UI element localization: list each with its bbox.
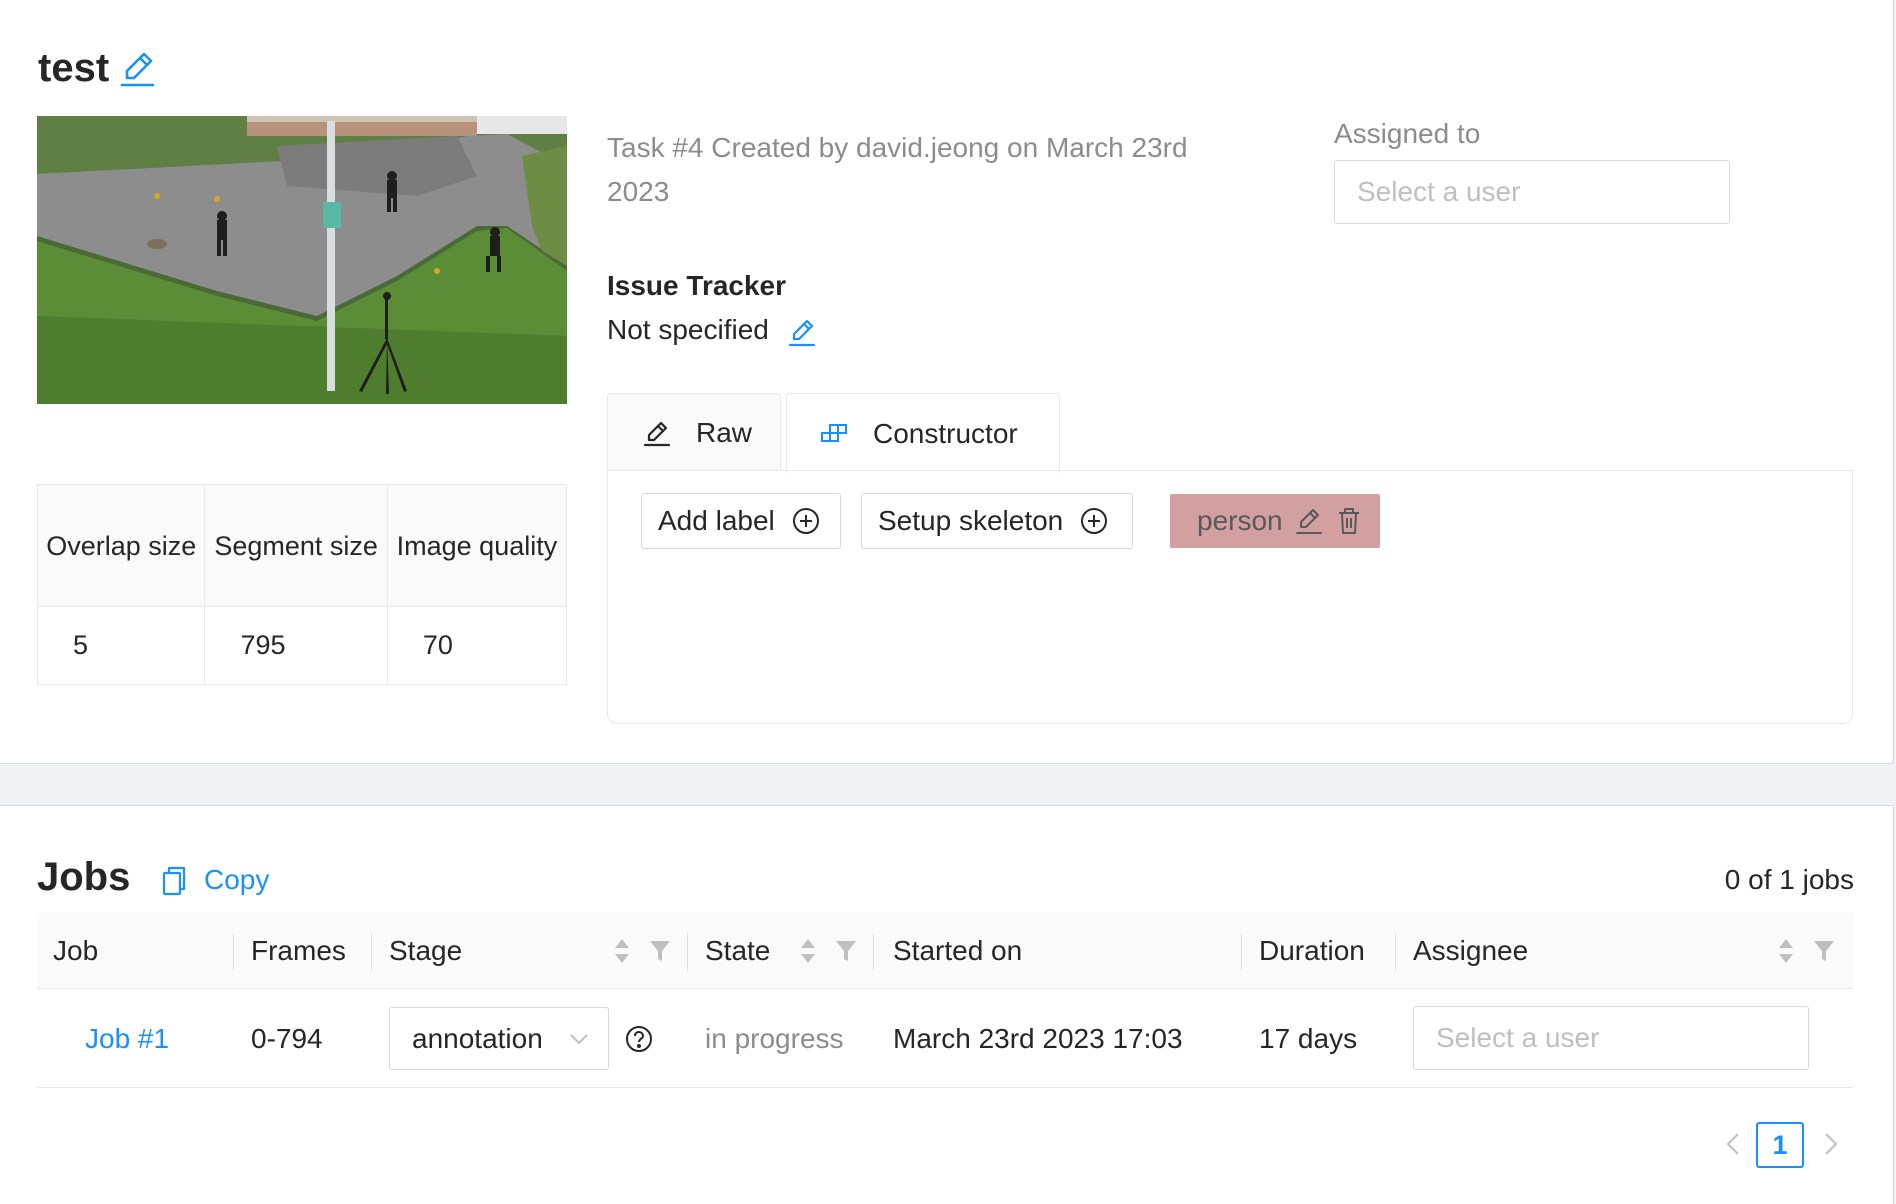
build-icon [821,423,847,442]
column-divider [687,933,688,971]
add-label-button[interactable]: Add label [641,493,841,549]
assigned-to-label: Assigned to [1334,118,1481,149]
task-params-table: Overlap size Segment size Image quality … [36,484,568,685]
job-assignee-input[interactable] [1413,1006,1809,1070]
image-quality-value: 70 [386,606,568,685]
delete-label-icon[interactable] [1335,506,1363,536]
col-stage[interactable]: Stage [389,913,462,989]
copy-icon[interactable] [160,864,188,898]
issue-tracker-title: Issue Tracker [607,270,787,301]
job-duration: 17 days [1259,1023,1358,1054]
table-row: Job #1 0-794 annotation in progress Marc… [37,990,1853,1088]
task-preview-image [37,116,567,404]
column-divider [233,933,234,971]
copy-link[interactable]: Copy [204,864,269,896]
column-divider [873,933,874,971]
overlap-size-header: Overlap size [36,484,206,607]
filter-icon[interactable] [835,939,857,963]
tab-constructor[interactable]: Constructor [786,393,1060,473]
issue-tracker-value: Not specified [607,314,769,345]
edit-issue-tracker-icon[interactable] [788,316,816,348]
task-title: test [38,46,110,90]
column-divider [1241,933,1242,971]
job-link[interactable]: Job #1 [85,1023,169,1055]
label-name: person [1197,505,1283,536]
sort-icon[interactable] [613,937,631,965]
plus-circle-icon [792,508,819,534]
sort-icon[interactable] [1777,937,1795,965]
chevron-down-icon [570,1034,588,1045]
setup-skeleton-button[interactable]: Setup skeleton [861,493,1133,549]
edit-icon [643,421,671,446]
tab-raw[interactable]: Raw [607,393,781,471]
job-started-on: March 23rd 2023 17:03 [893,1023,1183,1054]
image-quality-header: Image quality [386,484,568,607]
col-duration: Duration [1259,935,1365,966]
edit-title-icon[interactable] [118,48,156,88]
label-chip-person[interactable]: person [1170,494,1380,548]
plus-circle-icon [1081,508,1108,534]
task-meta: Task #4 Created by david.jeong on March … [607,132,1188,207]
chevron-right-icon[interactable] [1820,1128,1842,1160]
jobs-count: 0 of 1 jobs [1724,864,1854,895]
stage-select-value: annotation [412,1022,543,1054]
tab-raw-label: Raw [696,416,753,448]
add-label-button-label: Add label [658,505,775,536]
sort-icon[interactable] [799,937,817,965]
question-circle-icon[interactable] [624,1024,654,1054]
col-assignee[interactable]: Assignee [1413,913,1528,989]
overlap-size-value: 5 [36,606,206,685]
segment-size-header: Segment size [204,484,388,607]
stage-select[interactable]: annotation [389,1007,609,1070]
jobs-table-header: Job Frames Stage State Started on Durati… [37,913,1853,989]
edit-label-icon[interactable] [1295,506,1323,536]
preview-scene [37,116,567,404]
job-frames: 0-794 [251,1023,323,1054]
col-frames: Frames [251,935,346,966]
tab-constructor-label: Constructor [873,417,1018,449]
filter-icon[interactable] [1813,939,1835,963]
chevron-left-icon[interactable] [1722,1128,1744,1160]
job-state: in progress [705,1023,844,1054]
jobs-title: Jobs [37,855,131,899]
col-started-on: Started on [893,935,1023,966]
col-state[interactable]: State [705,913,770,989]
pagination-page[interactable]: 1 [1756,1122,1804,1168]
column-divider [371,933,372,971]
col-job: Job [53,935,99,966]
column-divider [1395,933,1396,971]
setup-skeleton-button-label: Setup skeleton [878,505,1064,536]
segment-size-value: 795 [204,606,388,685]
task-assignee-input[interactable] [1334,160,1730,224]
filter-icon[interactable] [649,939,671,963]
